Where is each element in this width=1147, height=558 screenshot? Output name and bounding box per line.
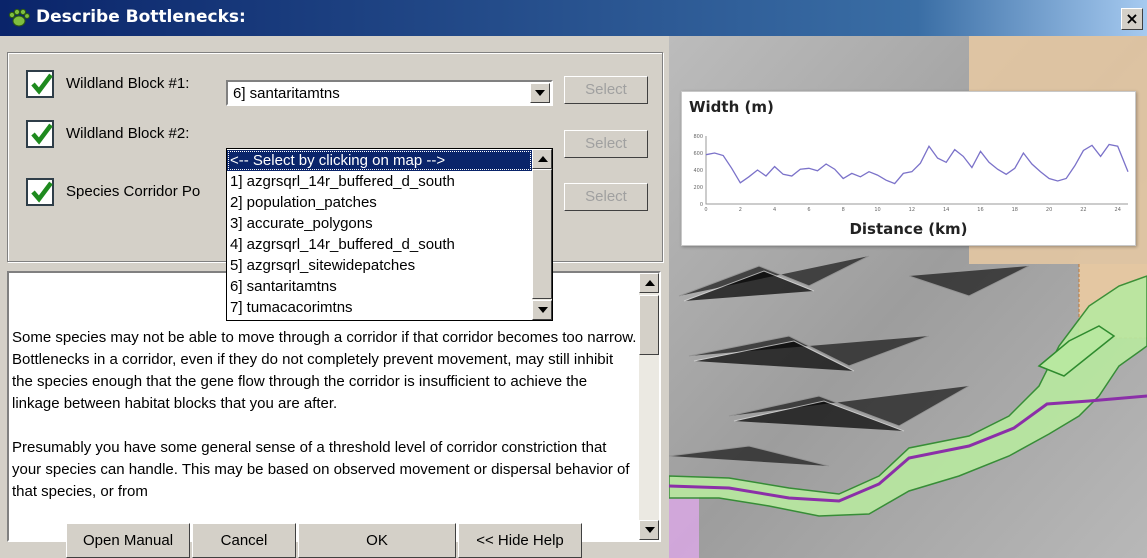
y-tick-label: 0: [700, 202, 703, 208]
wildland-block-1-checkbox[interactable]: [26, 70, 54, 98]
x-tick-label: 0: [704, 207, 707, 213]
dialog-title: Describe Bottlenecks:: [36, 7, 246, 27]
y-tick-label: 200: [693, 185, 703, 191]
width-series-line: [705, 143, 1129, 185]
x-tick-label: 20: [1046, 207, 1052, 213]
scroll-down-button[interactable]: [639, 520, 659, 540]
x-tick-label: 22: [1080, 207, 1086, 213]
chart-axes: [705, 136, 1128, 205]
wildland-block-1-label: Wildland Block #1:: [66, 75, 190, 92]
dropdown-scroll-down[interactable]: [532, 300, 552, 320]
x-tick-label: 14: [943, 207, 949, 213]
dropdown-option[interactable]: 6] santaritamtns: [227, 276, 532, 297]
checkmark-icon: [31, 181, 53, 203]
dropdown-option[interactable]: 7] tumacacorimtns: [227, 297, 532, 318]
help-paragraph: Presumably you have some general sense o…: [12, 439, 630, 500]
describe-bottlenecks-dialog: Describe Bottlenecks: × Wildland Block #…: [0, 0, 1147, 558]
open-manual-button[interactable]: Open Manual: [66, 523, 190, 558]
cancel-button[interactable]: Cancel: [192, 523, 296, 558]
scroll-up-button[interactable]: [639, 273, 659, 293]
dropdown-option[interactable]: 4] azgrsqrl_14r_buffered_d_south: [227, 234, 532, 255]
select-corridor-button[interactable]: Select: [564, 183, 648, 211]
dropdown-arrow-button[interactable]: [530, 83, 550, 103]
y-tick-label: 400: [693, 168, 703, 174]
wildland-block-2-label: Wildland Block #2:: [66, 125, 190, 142]
ok-button[interactable]: OK: [298, 523, 456, 558]
y-tick-label: 800: [693, 134, 703, 140]
chevron-down-icon: [535, 90, 545, 96]
dropdown-scroll-thumb[interactable]: [532, 169, 552, 299]
x-tick-label: 18: [1012, 207, 1018, 213]
arrow-up-icon: [645, 280, 655, 286]
arrow-down-icon: [538, 307, 548, 313]
wildland-block-2-checkbox[interactable]: [26, 120, 54, 148]
species-corridor-checkbox[interactable]: [26, 178, 54, 206]
x-tick-label: 24: [1115, 207, 1121, 213]
width-profile-chart: Width (m) Distance (km) 800 600 400 200 0 0 2 4…: [681, 91, 1136, 246]
species-corridor-label: Species Corridor Po: [66, 183, 201, 200]
dropdown-option-select-on-map[interactable]: <-- Select by clicking on map -->: [227, 150, 532, 171]
y-tick-label: 600: [693, 151, 703, 157]
x-tick-label: 4: [773, 207, 776, 213]
select-block-2-button[interactable]: Select: [564, 130, 648, 158]
x-tick-label: 16: [977, 207, 983, 213]
paw-app-icon: [8, 8, 30, 27]
hide-help-button[interactable]: << Hide Help: [458, 523, 582, 558]
arrow-down-icon: [645, 527, 655, 533]
dropdown-option[interactable]: 1] azgrsqrl_14r_buffered_d_south: [227, 171, 532, 192]
wildland-block-1-dropdown[interactable]: 6] santaritamtns: [226, 80, 553, 106]
dropdown-scroll-up[interactable]: [532, 149, 552, 169]
x-tick-label: 6: [807, 207, 810, 213]
chart-plot-area: 80060040020000 2 4 6 8 10 12 14 16 18 20 22 24: [693, 134, 1129, 213]
x-tick-label: 8: [842, 207, 845, 213]
checkmark-icon: [31, 123, 53, 145]
dropdown-option[interactable]: 5] azgrsqrl_sitewidepatches: [227, 255, 532, 276]
scroll-thumb[interactable]: [639, 295, 659, 355]
dropdown-scrollbar[interactable]: [532, 149, 552, 320]
select-block-1-button[interactable]: Select: [564, 76, 648, 104]
arrow-up-icon: [538, 156, 548, 162]
help-text: Some species may not be able to move thr…: [12, 327, 637, 525]
dropdown-option[interactable]: 2] population_patches: [227, 192, 532, 213]
dropdown-option[interactable]: 3] accurate_polygons: [227, 213, 532, 234]
x-tick-label: 2: [739, 207, 742, 213]
checkmark-icon: [31, 73, 53, 95]
wildland-block-1-value: 6] santaritamtns: [233, 85, 340, 102]
help-scrollbar[interactable]: [639, 273, 659, 540]
title-bar: Describe Bottlenecks: ×: [0, 0, 1147, 36]
x-tick-label: 12: [909, 207, 915, 213]
close-button[interactable]: ×: [1121, 8, 1143, 30]
wildland-block-list: <-- Select by clicking on map --> 1] azg…: [226, 148, 553, 321]
help-paragraph: Some species may not be able to move thr…: [12, 329, 637, 412]
x-tick-label: 10: [874, 207, 880, 213]
